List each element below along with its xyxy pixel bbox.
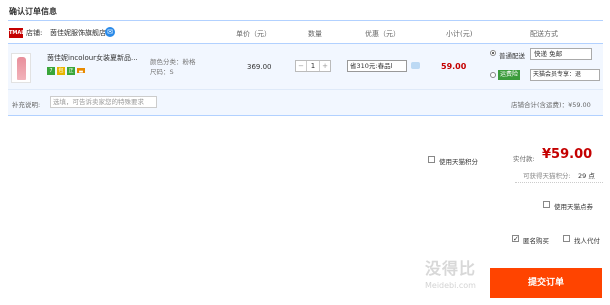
remark-label: 补充说明:: [12, 101, 41, 109]
paid-amount: ¥59.00: [542, 147, 593, 162]
qty-minus-button[interactable]: −: [296, 61, 306, 71]
coupon-select[interactable]: 省310元:春品l: [347, 60, 407, 72]
page-title: 确认订单信息: [9, 7, 57, 16]
col-quantity: 数量: [308, 30, 322, 38]
dress-image: [17, 57, 26, 80]
product-thumbnail[interactable]: [11, 53, 31, 83]
product-service-tags: 7 包 正 ▬: [47, 67, 85, 75]
watermark-logo: 没得比: [425, 259, 477, 278]
shipping-normal-radio[interactable]: [490, 50, 496, 56]
product-title-link[interactable]: 茵佳妮incolour女装夏新品...: [47, 53, 138, 63]
wangwang-chat-icon[interactable]: ✉: [105, 27, 115, 37]
product-color: 颜色分类：粉格: [150, 58, 196, 66]
credit-card-icon: ▬: [77, 68, 85, 75]
proxy-pay-label: 找人代付: [574, 237, 600, 245]
tmall-points-label: 使用天猫积分: [439, 158, 478, 166]
qty-input[interactable]: 1: [306, 61, 320, 71]
item-subtotal: 59.00: [441, 62, 467, 71]
points-label: 可获得天猫积分:: [523, 172, 571, 180]
summary-divider: [515, 182, 603, 183]
qty-plus-button[interactable]: +: [320, 61, 330, 71]
points-value: 29 点: [578, 172, 595, 180]
submit-order-button[interactable]: 提交订单: [490, 268, 602, 298]
seven-day-return-icon: 7: [47, 67, 55, 75]
store-label: 店铺:: [26, 29, 43, 37]
shipping-insurance-radio[interactable]: [490, 72, 496, 78]
anonymous-checkbox[interactable]: [512, 235, 519, 242]
remark-input[interactable]: 选填，可告诉卖家您的特殊要求: [50, 96, 157, 108]
shipping-method-select[interactable]: 快递 免邮: [530, 48, 592, 60]
message-icon[interactable]: [411, 62, 420, 69]
tmall-coupon-checkbox[interactable]: [543, 201, 550, 208]
col-shipping: 配送方式: [530, 30, 558, 38]
tmall-store-icon: TMALL: [9, 28, 28, 38]
store-total: 店铺合计(含运费)：¥59.00: [511, 101, 591, 109]
shipping-normal-label: 普通配送: [499, 52, 525, 60]
store-name-link[interactable]: 茵佳妮服饰旗舰店: [50, 28, 106, 38]
quantity-stepper[interactable]: − 1 +: [295, 60, 331, 72]
tmall-coupon-label: 使用天猫点券: [554, 203, 593, 211]
guarantee-icon: 包: [57, 67, 65, 75]
header-divider: [8, 20, 603, 21]
col-subtotal: 小计(元): [446, 30, 473, 38]
paid-label: 实付款:: [513, 155, 535, 163]
shipping-insurance-badge: 运费险: [498, 70, 521, 80]
proxy-pay-checkbox[interactable]: [563, 235, 570, 242]
col-unit-price: 单价（元）: [236, 30, 271, 38]
insurance-select[interactable]: 天猫会员专享：退: [530, 69, 600, 81]
tmall-points-checkbox[interactable]: [428, 156, 435, 163]
col-discount: 优惠（元）: [365, 30, 400, 38]
authentic-icon: 正: [67, 67, 75, 75]
unit-price: 369.00: [247, 63, 272, 71]
product-size: 尺码：S: [150, 68, 174, 76]
anonymous-label: 匿名购买: [523, 237, 549, 245]
watermark-url: Meidebi.com: [425, 281, 476, 290]
